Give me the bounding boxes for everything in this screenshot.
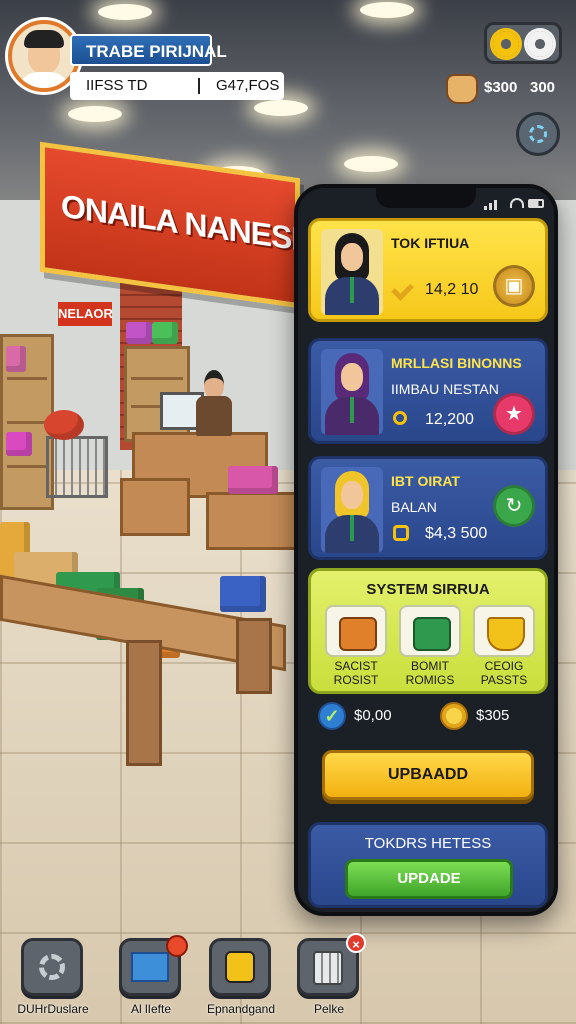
system-item-label: SACIST ROSIST (333, 659, 379, 687)
balance-left: $0,00 (354, 707, 392, 724)
update-panel: TOKDRS HETESS UPDADE (308, 822, 548, 908)
card-value: 12,200 (425, 411, 474, 428)
ceiling-light (98, 4, 152, 20)
gold-coin-icon (440, 702, 468, 730)
settings-pill[interactable] (484, 22, 562, 64)
shopping-cart (46, 436, 108, 498)
wifi-icon (510, 198, 524, 208)
phone-status-bar (484, 198, 546, 210)
settings-gear-icon (39, 954, 65, 980)
nav-item-settings[interactable]: DUHrDuslare (8, 934, 98, 1024)
chart-icon (131, 952, 169, 982)
currency-display: $300 300 (446, 72, 562, 104)
nav-button[interactable]: × (297, 933, 366, 996)
system-item-label: CEOIG PASSTS (480, 659, 528, 687)
options-gear-button[interactable] (516, 112, 560, 156)
system-item-label: BOMIT ROMIGS (405, 659, 455, 687)
ceiling-light (254, 100, 308, 116)
checkmark-icon (391, 278, 414, 301)
product-box (228, 466, 278, 494)
agent-card-3[interactable]: IBT OIRAT BALAN $4,3 500 ↻ (308, 456, 548, 560)
nav-label: Al lIefte (130, 1002, 172, 1016)
ceiling-light (360, 2, 414, 18)
gold-basket-icon (487, 617, 525, 651)
stat-divider (198, 78, 200, 94)
signal-icon (484, 206, 487, 210)
calculator-icon (313, 951, 343, 985)
phone-notch (376, 186, 476, 208)
product-roll (44, 410, 84, 440)
upgrade-button[interactable]: UPBAADD (322, 750, 534, 800)
product-box (6, 346, 26, 372)
phone-panel: TOK IFTIUA 14,2 10 ▣ MRLLASI BINONNS IIM… (294, 184, 558, 916)
currency-amount: $300 (484, 79, 518, 96)
card-title: IBT OIRAT (391, 473, 460, 489)
display-table (206, 492, 300, 550)
nav-label: DUHrDuslare (17, 1002, 89, 1016)
ceiling-light (68, 106, 122, 122)
store-sign-text: ONAILA NANESIA (61, 187, 322, 261)
table-leg (126, 640, 162, 766)
nav-item-analytics[interactable]: Al lIefte (106, 934, 196, 1024)
close-badge-icon[interactable]: × (346, 933, 366, 953)
product-box (220, 576, 266, 612)
nav-label: Epnandgand (206, 1002, 276, 1016)
player-stat-left: IIFSS TD (86, 77, 148, 94)
update-title: TOKDRS HETESS (364, 835, 492, 852)
system-title: SYSTEM SIRRUA (366, 581, 490, 598)
gold-basket-item[interactable] (473, 605, 535, 657)
nav-button[interactable] (119, 935, 188, 996)
agent-portrait (321, 229, 383, 315)
balance-row: ✓ $0,00 $305 (308, 700, 548, 734)
gear-icon (529, 125, 547, 143)
product-box (6, 432, 32, 456)
cash-register-icon (393, 525, 409, 541)
side-table (120, 478, 190, 536)
crate-icon (339, 617, 377, 651)
system-panel: SYSTEM SIRRUA SACIST ROSIST BOMIT ROMIGS C… (308, 568, 548, 694)
product-box (152, 322, 178, 344)
nav-item-expand[interactable]: Epnandgand (196, 934, 286, 1024)
product-box (126, 322, 152, 344)
agent-portrait (321, 349, 383, 435)
nav-button[interactable] (209, 938, 271, 996)
player-name: TRABE PIRIJNAL (70, 34, 227, 66)
shopkeeper (196, 370, 232, 440)
refresh-button[interactable]: ↻ (493, 485, 535, 527)
shopping-bag-icon (225, 951, 255, 983)
card-subtitle: BALAN (391, 499, 437, 515)
money-bag-icon (446, 74, 478, 104)
star-button[interactable]: ★ (493, 393, 535, 435)
card-title: TOK IFTIUA (391, 235, 470, 251)
update-button[interactable]: UPDADE (345, 859, 513, 899)
brush-icon (166, 935, 188, 957)
small-sign: NELAOR (58, 302, 113, 326)
nav-item-calculator[interactable]: × Pelke (284, 933, 374, 1024)
nav-label: Pelke (313, 1002, 345, 1016)
ceiling-light (344, 156, 398, 172)
phone-icon (413, 617, 451, 651)
currency-count: 300 (530, 79, 556, 96)
agent-card-2[interactable]: MRLLASI BINONNS IIMBAU NESTAN 12,200 ★ (308, 338, 548, 444)
coin-box-button[interactable]: ▣ (493, 265, 535, 307)
settings-gear-icon[interactable] (527, 31, 553, 57)
agent-portrait (321, 467, 383, 553)
player-stat-right: G47,FOS (216, 77, 280, 94)
check-icon: ✓ (318, 702, 346, 730)
nav-button[interactable] (21, 938, 83, 996)
phone-item[interactable] (399, 605, 461, 657)
card-subtitle: IIMBAU NESTAN (391, 381, 499, 397)
card-title: MRLLASI BINONNS (391, 355, 522, 371)
crate-item[interactable] (325, 605, 387, 657)
card-value: $4,3 500 (425, 525, 488, 542)
yellow-gear-icon[interactable] (493, 31, 519, 57)
coin-stack-icon (393, 411, 407, 425)
agent-card-1[interactable]: TOK IFTIUA 14,2 10 ▣ (308, 218, 548, 322)
table-leg (236, 618, 272, 694)
player-stats: IIFSS TD G47,FOS (70, 72, 284, 100)
battery-icon (528, 199, 544, 208)
balance-right: $305 (476, 707, 510, 724)
card-value: 14,2 10 (425, 281, 479, 298)
